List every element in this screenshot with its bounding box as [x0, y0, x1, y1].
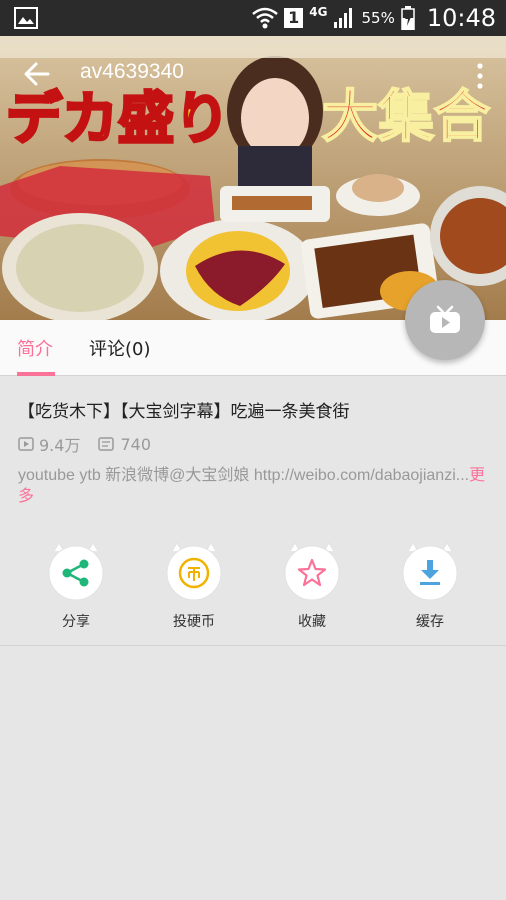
network-type: 4G	[309, 5, 328, 19]
favorite-label: 收藏	[298, 614, 326, 630]
download-icon	[402, 542, 458, 601]
gallery-icon	[14, 7, 38, 29]
tab-intro[interactable]: 简介	[17, 320, 53, 376]
share-icon	[48, 542, 104, 601]
signal-icon	[334, 8, 353, 28]
back-arrow-icon[interactable]	[18, 56, 58, 92]
video-stats: 9.4万 740	[18, 432, 169, 456]
video-description: youtube ytb 新浪微博@大宝剑娘 http://weibo.com/d…	[18, 465, 488, 507]
download-button[interactable]: 缓存	[387, 541, 473, 631]
share-button[interactable]: 分享	[33, 541, 119, 631]
sim-slot-badge: 1	[284, 8, 304, 28]
clock: 10:48	[426, 4, 496, 32]
coin-label: 投硬币	[173, 614, 215, 630]
status-bar: 1 4G 55% 10:48	[0, 0, 506, 36]
description-text: youtube ytb 新浪微博@大宝剑娘 http://weibo.com/d…	[18, 467, 470, 484]
play-count-icon	[18, 437, 34, 451]
favorite-button[interactable]: 收藏	[269, 541, 355, 631]
tv-play-icon	[430, 305, 460, 333]
video-title: 【吃货木下】【大宝剑字幕】吃遍一条美食街	[18, 402, 350, 422]
star-icon	[284, 542, 340, 601]
danmaku-stat: 740	[98, 435, 151, 454]
top-app-bar: av4639340	[0, 36, 506, 114]
tab-comments[interactable]: 评论(0)	[89, 320, 151, 376]
views-count: 9.4万	[39, 436, 81, 455]
battery-charging-icon	[401, 6, 415, 30]
video-id-title: av4639340	[80, 60, 184, 83]
active-tab-indicator	[17, 372, 55, 376]
danmaku-count: 740	[120, 434, 151, 454]
download-label: 缓存	[416, 614, 444, 630]
coin-button[interactable]: 投硬币	[151, 541, 237, 631]
battery-percent: 55%	[361, 9, 395, 27]
play-video-button[interactable]	[405, 280, 485, 360]
wifi-icon	[252, 7, 278, 29]
more-vert-icon[interactable]	[476, 62, 484, 90]
action-row: 分享 投硬币 收藏 缓存	[0, 541, 506, 631]
views-stat: 9.4万	[18, 432, 80, 456]
share-label: 分享	[62, 614, 90, 630]
coin-icon	[166, 542, 222, 601]
danmaku-icon	[98, 437, 115, 451]
section-divider	[0, 645, 506, 646]
